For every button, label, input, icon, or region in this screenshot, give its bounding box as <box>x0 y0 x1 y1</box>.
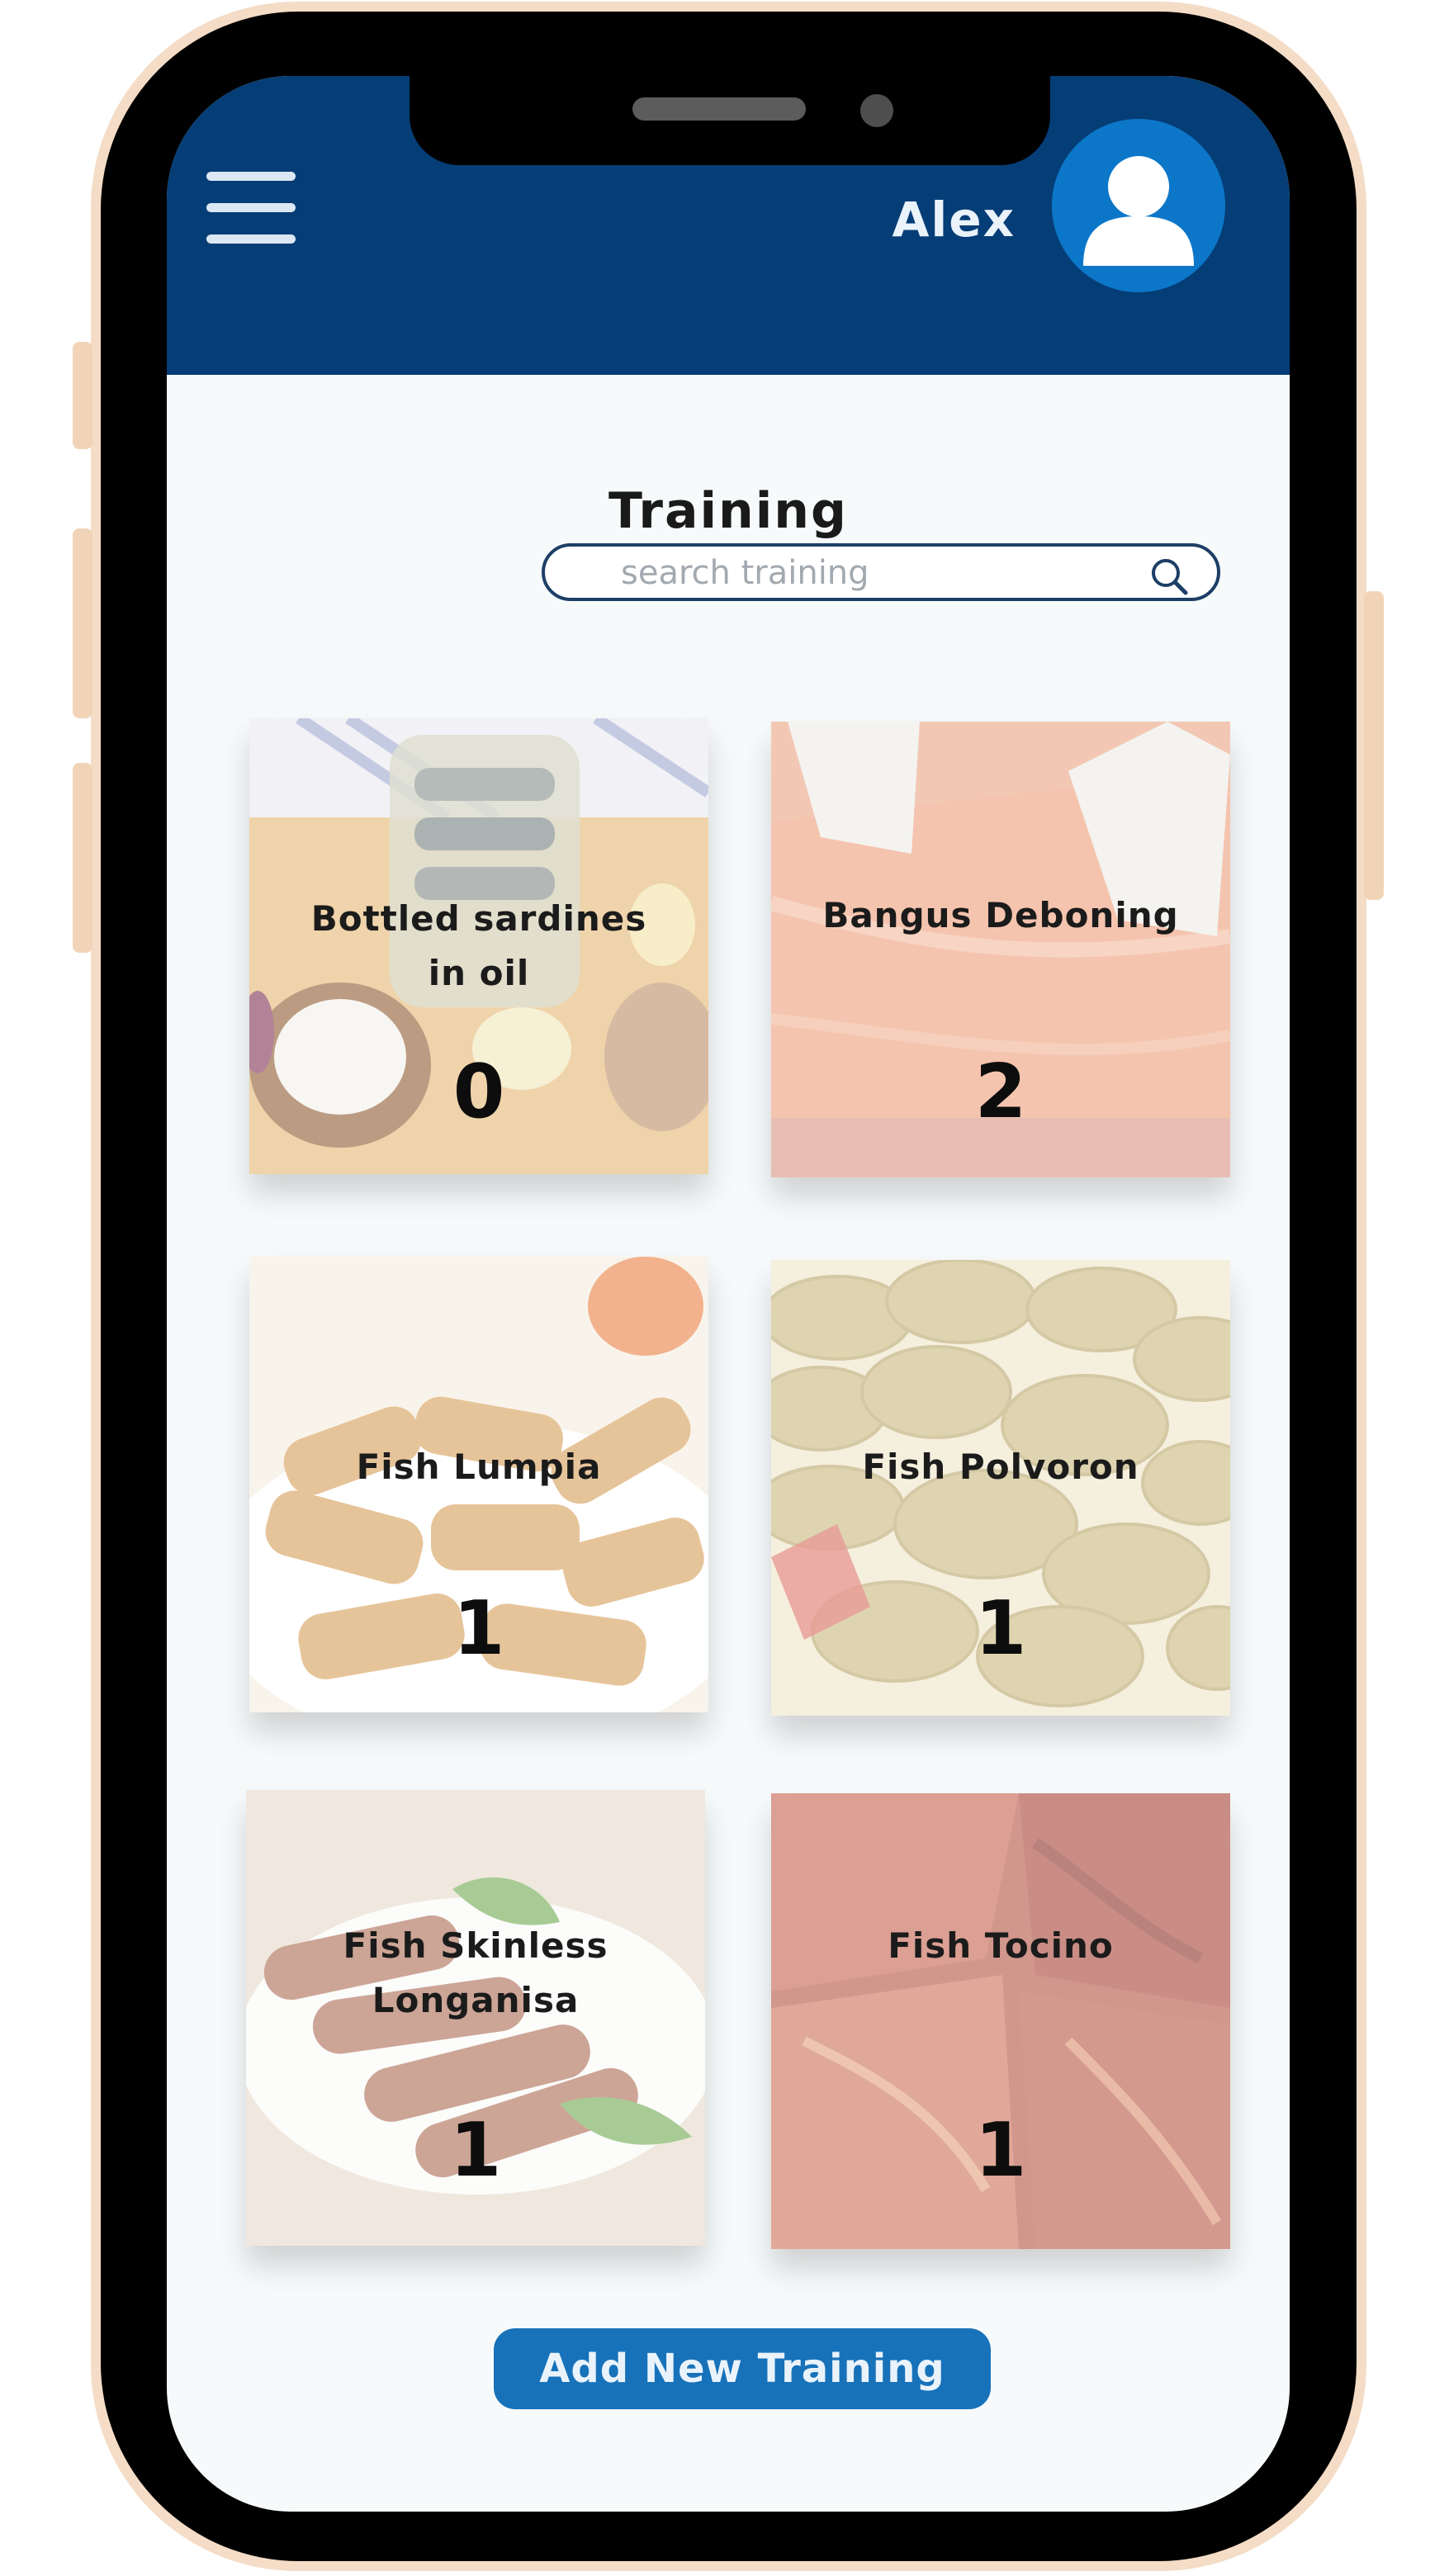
training-count: 1 <box>452 1585 505 1672</box>
training-card[interactable]: Fish Polvoron 1 <box>771 1260 1230 1716</box>
training-title: Fish Tocino <box>888 1925 1114 1966</box>
training-count: 1 <box>449 2107 502 2194</box>
training-card[interactable]: Fish Skinless Longanisa 1 <box>246 1790 705 2246</box>
training-card[interactable]: Fish Tocino 1 <box>771 1793 1230 2249</box>
training-count: 1 <box>974 2107 1027 2194</box>
speaker-grille <box>632 97 806 121</box>
front-camera <box>860 94 893 127</box>
training-card[interactable]: Bottled sardines in oil 0 <box>249 718 708 1174</box>
add-new-training-button[interactable]: Add New Training <box>494 2328 991 2409</box>
training-count: 0 <box>452 1049 505 1135</box>
training-card[interactable]: Fish Lumpia 1 <box>249 1257 708 1712</box>
phone-side-button <box>1364 591 1384 900</box>
user-name: Alex <box>892 192 1016 248</box>
search-bar <box>542 543 1220 601</box>
training-title: Bangus Deboning <box>822 895 1179 935</box>
training-count: 2 <box>974 1049 1027 1135</box>
app-screen: Alex Training search training Bottled sa… <box>167 76 1290 2512</box>
hamburger-menu-icon[interactable] <box>206 172 299 246</box>
user-avatar-icon[interactable] <box>1052 119 1225 292</box>
training-title: Fish Skinless Longanisa <box>343 1925 608 2020</box>
phone-side-button <box>73 528 92 718</box>
training-title: Bottled sardines in oil <box>310 898 647 993</box>
phone-side-button <box>73 342 92 449</box>
training-count: 1 <box>974 1585 1027 1672</box>
phone-side-button <box>73 763 92 953</box>
training-title: Fish Polvoron <box>862 1447 1139 1487</box>
training-title: Fish Lumpia <box>356 1447 602 1487</box>
search-icon[interactable] <box>1146 553 1192 599</box>
search-input[interactable] <box>619 552 1118 594</box>
page-title: Training <box>608 482 848 540</box>
training-card[interactable]: Bangus Deboning 2 <box>771 722 1230 1177</box>
